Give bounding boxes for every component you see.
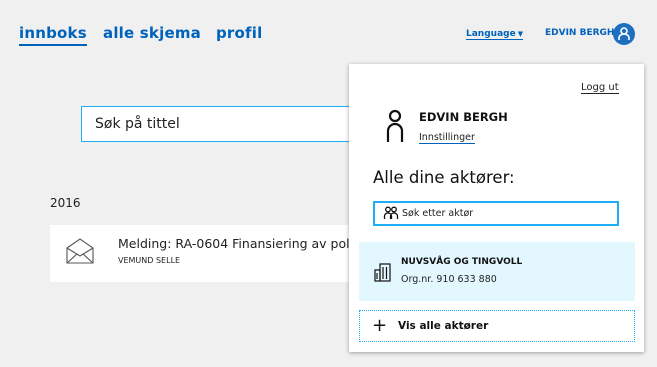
message-list-item[interactable]: Melding: RA-0604 Finansiering av pol VEM… [50, 225, 350, 282]
show-all-actors-button[interactable]: + Vis alle aktører [359, 310, 635, 342]
search-placeholder: Søk på tittel [95, 116, 180, 132]
person-icon [386, 109, 404, 142]
message-sender: VEMUND SELLE [118, 256, 181, 265]
actor-search-input[interactable]: Søk etter aktør [373, 201, 619, 226]
nav-all-forms-link[interactable]: alle skjema [103, 24, 201, 42]
actor-search-placeholder: Søk etter aktør [402, 208, 474, 219]
title-search-input[interactable]: Søk på tittel [81, 106, 371, 142]
logout-link[interactable]: Logg ut [581, 82, 619, 94]
user-avatar-button[interactable] [613, 23, 635, 45]
chevron-down-icon: ▼ [517, 30, 524, 38]
organization-name: NUVSVÅG OG TINGVOLL [401, 257, 523, 267]
user-menu-name[interactable]: EDVIN BERGH [545, 28, 614, 38]
people-icon [383, 206, 399, 219]
building-icon [374, 263, 391, 282]
language-label: Language [466, 29, 516, 39]
message-title: Melding: RA-0604 Finansiering av pol [118, 236, 350, 251]
language-selector[interactable]: Language ▼ [466, 29, 524, 40]
user-dropdown-panel: Logg ut EDVIN BERGH Innstillinger Alle d… [349, 64, 644, 352]
dropdown-user-name: EDVIN BERGH [419, 110, 508, 124]
nav-inbox-link[interactable]: innboks [19, 24, 87, 46]
plus-icon: + [372, 315, 388, 336]
organization-number: Org.nr. 910 633 880 [401, 274, 497, 285]
page: innboks alle skjema profil Language ▼ EDV… [0, 0, 657, 367]
actors-heading: Alle dine aktører: [373, 168, 515, 187]
settings-link[interactable]: Innstillinger [419, 132, 475, 144]
envelope-icon [66, 238, 94, 264]
nav-profile-link[interactable]: profil [216, 24, 262, 42]
year-heading: 2016 [50, 196, 81, 210]
show-all-actors-label: Vis alle aktører [398, 320, 489, 332]
organization-item[interactable]: NUVSVÅG OG TINGVOLL Org.nr. 910 633 880 [359, 242, 635, 301]
top-navigation: innboks alle skjema profil Language ▼ EDV… [0, 0, 657, 62]
user-icon [618, 27, 630, 40]
